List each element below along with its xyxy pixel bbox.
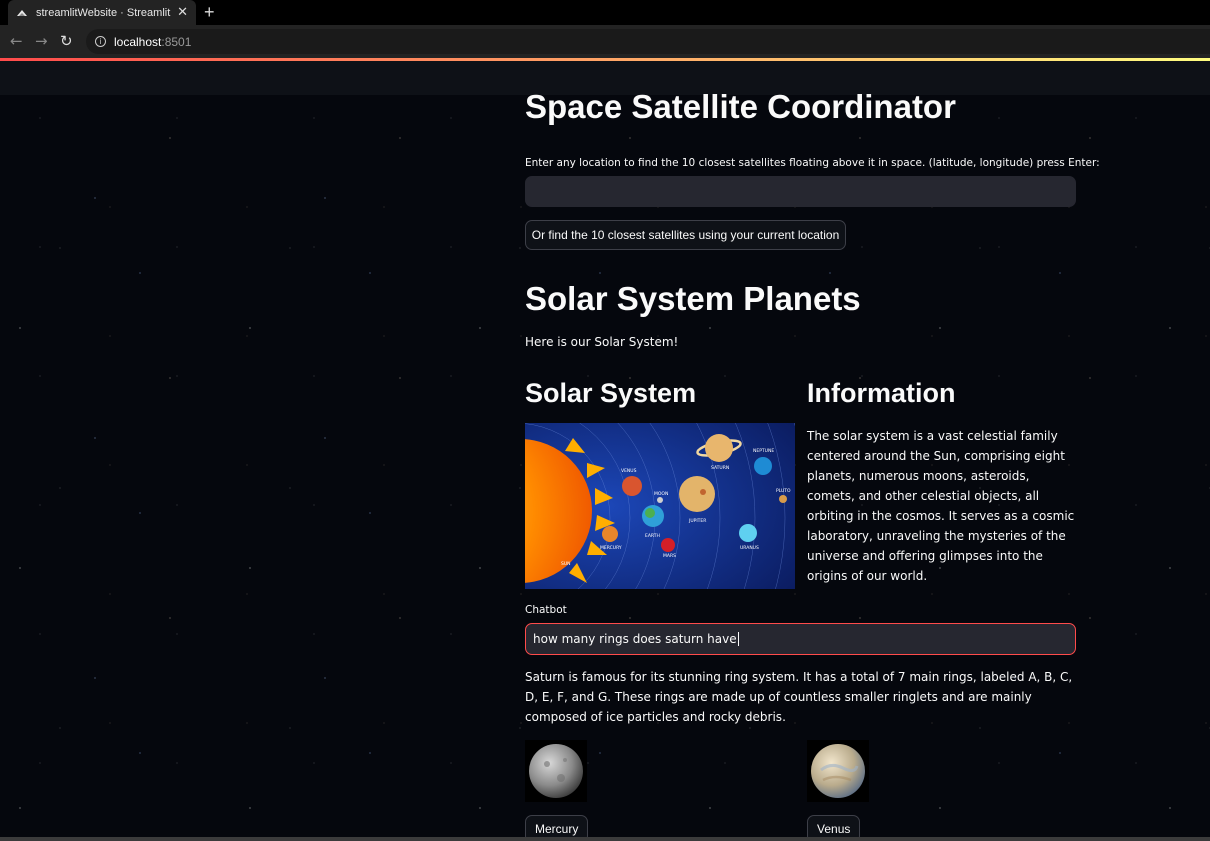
solar-system-heading: Solar System <box>525 378 697 408</box>
label-jupiter: JUPITER <box>688 518 706 524</box>
label-earth: EARTH <box>645 533 660 539</box>
label-uranus: URANUS <box>740 545 759 551</box>
location-input[interactable] <box>525 176 1076 207</box>
reload-icon[interactable]: ↻ <box>60 32 73 50</box>
header-decoration <box>0 58 1210 61</box>
venus-image <box>807 740 869 802</box>
solar-intro-text: Here is our Solar System! <box>525 335 679 349</box>
chatbot-input-value: how many rings does saturn have <box>533 632 737 646</box>
url-port: :8501 <box>161 34 192 49</box>
planet-card-mercury: Mercury <box>525 740 589 841</box>
url-host: localhost <box>114 34 162 49</box>
location-label: Enter any location to find the 10 closes… <box>525 157 1100 169</box>
text-caret <box>737 632 739 646</box>
forward-arrow-icon[interactable]: → <box>35 32 48 50</box>
label-venus: VENUS <box>621 468 637 474</box>
browser-tab[interactable]: streamlitWebsite · Streamlit ✕ <box>8 0 196 25</box>
tab-title: streamlitWebsite · Streamlit <box>36 6 171 19</box>
label-sun: SUN <box>561 561 571 567</box>
label-neptune: NEPTUNE <box>753 448 774 454</box>
url-field[interactable]: i localhost:8501 <box>86 29 1210 54</box>
mercury-image <box>525 740 587 802</box>
chatbot-answer: Saturn is famous for its stunning ring s… <box>525 670 1073 724</box>
info-icon[interactable]: i <box>95 36 106 47</box>
label-mercury: MERCURY <box>600 545 622 551</box>
chatbot-label: Chatbot <box>525 604 567 616</box>
streamlit-logo-icon <box>16 7 28 19</box>
browser-tabbar: streamlitWebsite · Streamlit ✕ + <box>0 0 1210 25</box>
current-location-button[interactable]: Or find the 10 closest satellites using … <box>525 220 846 250</box>
solar-info-text: The solar system is a vast celestial fam… <box>807 429 1075 583</box>
label-pluto: PLUTO <box>776 488 791 494</box>
new-tab-icon[interactable]: + <box>204 2 215 23</box>
satellite-title: Space Satellite Coordinator <box>525 88 956 125</box>
information-heading: Information <box>807 378 956 408</box>
close-icon[interactable]: ✕ <box>177 5 188 20</box>
solar-system-image: SUN MERCURY VENUS EARTH MOON MARS JUPITE… <box>525 423 795 589</box>
bottom-edge <box>0 837 1210 841</box>
chatbot-input[interactable]: how many rings does saturn have <box>525 623 1076 655</box>
back-arrow-icon[interactable]: ← <box>10 32 23 50</box>
label-moon: MOON <box>654 491 668 497</box>
label-saturn: SATURN <box>711 465 729 471</box>
app-view: Space Satellite Coordinator Enter any lo… <box>0 58 1210 841</box>
address-bar: ← → ↻ i localhost:8501 <box>0 25 1210 58</box>
solar-system-title: Solar System Planets <box>525 280 861 317</box>
planet-card-venus: Venus <box>807 740 869 841</box>
label-mars: MARS <box>663 553 676 559</box>
